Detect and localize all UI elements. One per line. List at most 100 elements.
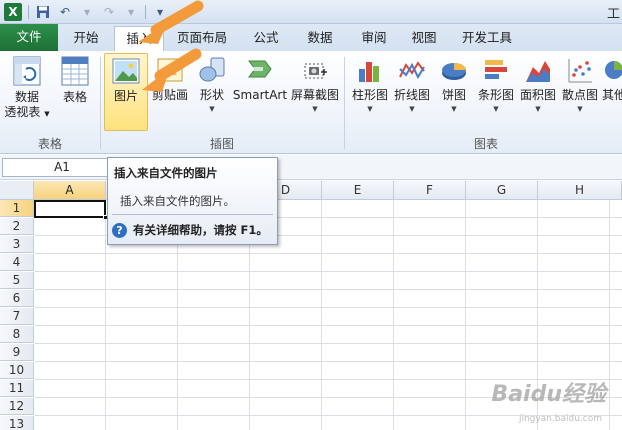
- tooltip-divider: [112, 214, 273, 215]
- ribbon-insert: 数据 透视表 ▼ 表格 表格 图片 剪贴画 形状 ▼ SmartArt 屏幕截图…: [0, 51, 622, 154]
- pie-chart-dropdown-icon: ▼: [451, 105, 457, 113]
- scatter-chart-button[interactable]: 散点图 ▼: [560, 55, 600, 113]
- bar-chart-label: 条形图: [477, 88, 514, 102]
- area-chart-button[interactable]: 面积图 ▼: [518, 55, 558, 113]
- tab-insert[interactable]: 插入: [114, 26, 164, 52]
- shapes-button[interactable]: 形状 ▼: [194, 55, 230, 113]
- smartart-button[interactable]: SmartArt: [232, 55, 288, 103]
- scatter-chart-label: 散点图: [561, 88, 598, 102]
- tab-page-layout[interactable]: 页面布局: [170, 26, 234, 51]
- column-chart-button[interactable]: 柱形图 ▼: [350, 55, 390, 113]
- column-header[interactable]: H: [538, 181, 622, 200]
- tab-developer[interactable]: 开发工具: [454, 26, 520, 51]
- clipart-label: 剪贴画: [151, 88, 188, 102]
- table-button[interactable]: 表格: [56, 55, 94, 105]
- clipart-button[interactable]: 剪贴画: [150, 55, 190, 103]
- pie-chart-icon: [442, 63, 466, 80]
- tooltip-body: 插入来自文件的图片。: [120, 194, 235, 208]
- qat-separator: [28, 5, 29, 19]
- quick-access-toolbar: X ↶ ▾ ↷ ▾ ▾: [4, 3, 168, 21]
- bar-chart-button[interactable]: 条形图 ▼: [476, 55, 516, 113]
- undo-dropdown-icon[interactable]: ▾: [79, 4, 95, 20]
- column-header[interactable]: G: [466, 181, 538, 200]
- tab-file[interactable]: 文件: [0, 24, 58, 51]
- customize-qat-icon[interactable]: ▾: [152, 4, 168, 20]
- column-header[interactable]: E: [322, 181, 394, 200]
- tab-view[interactable]: 视图: [402, 26, 446, 51]
- pivot-table-button[interactable]: 数据 透视表 ▼: [4, 55, 50, 122]
- pivot-table-label-2: 透视表: [4, 105, 41, 119]
- smartart-label: SmartArt: [232, 88, 288, 102]
- row-header[interactable]: 12: [0, 398, 34, 415]
- row-header[interactable]: 7: [0, 308, 34, 325]
- column-chart-dropdown-icon: ▼: [367, 105, 373, 113]
- row-header[interactable]: 1: [0, 200, 34, 217]
- tab-review[interactable]: 审阅: [352, 26, 396, 51]
- other-charts-button[interactable]: 其他: [602, 55, 622, 103]
- row-header[interactable]: 10: [0, 362, 34, 379]
- qat-separator: [145, 5, 146, 19]
- smartart-icon: [248, 60, 272, 78]
- bar-chart-icon: [485, 60, 507, 79]
- row-header[interactable]: 9: [0, 344, 34, 361]
- picture-tooltip: 插入来自文件的图片 插入来自文件的图片。 ? 有关详细帮助，请按 F1。: [107, 157, 278, 245]
- window-title: 工: [606, 7, 620, 22]
- grid-line: [34, 271, 622, 272]
- grid-line: [34, 307, 622, 308]
- shapes-icon: [199, 57, 225, 82]
- line-chart-dropdown-icon: ▼: [409, 105, 415, 113]
- grid-line: [34, 361, 622, 362]
- undo-icon[interactable]: ↶: [57, 4, 73, 20]
- clipart-icon: [157, 58, 183, 82]
- line-chart-button[interactable]: 折线图 ▼: [392, 55, 432, 113]
- excel-window: X ↶ ▾ ↷ ▾ ▾ 工 文件 开始 插入 页面布局 公式 数据 审阅 视图 …: [0, 0, 622, 430]
- tooltip-help-text: 有关详细帮助，请按 F1。: [133, 223, 268, 237]
- pivot-table-label-1: 数据: [14, 90, 39, 104]
- save-icon[interactable]: [35, 4, 51, 20]
- group-separator: [100, 57, 101, 149]
- column-chart-label: 柱形图: [351, 88, 388, 102]
- area-chart-dropdown-icon: ▼: [535, 105, 541, 113]
- formula-bar: A1: [0, 155, 622, 180]
- row-header[interactable]: 5: [0, 272, 34, 289]
- grid-line: [34, 343, 622, 344]
- row-header[interactable]: 2: [0, 218, 34, 235]
- watermark-url: jingyan.baidu.com: [518, 414, 602, 424]
- redo-icon[interactable]: ↷: [101, 4, 117, 20]
- tab-formulas[interactable]: 公式: [244, 26, 288, 51]
- screenshot-button[interactable]: 屏幕截图 ▼: [290, 55, 340, 113]
- shapes-label: 形状: [199, 88, 224, 102]
- row-header[interactable]: 3: [0, 236, 34, 253]
- watermark-logo: Baidu经验: [491, 382, 606, 407]
- select-all-corner[interactable]: [0, 181, 34, 200]
- active-cell[interactable]: [34, 200, 108, 220]
- row-header[interactable]: 6: [0, 290, 34, 307]
- row-header[interactable]: 8: [0, 326, 34, 343]
- screenshot-dropdown-icon: ▼: [312, 105, 318, 113]
- redo-dropdown-icon[interactable]: ▾: [123, 4, 139, 20]
- picture-label: 图片: [113, 89, 138, 103]
- screenshot-icon: [304, 63, 327, 79]
- name-box[interactable]: A1: [2, 158, 122, 177]
- row-header[interactable]: 13: [0, 416, 34, 430]
- tab-data[interactable]: 数据: [298, 26, 342, 51]
- pivot-table-icon: [13, 56, 41, 86]
- row-header[interactable]: 11: [0, 380, 34, 397]
- excel-logo-icon[interactable]: X: [4, 3, 22, 21]
- group-separator: [344, 57, 345, 149]
- column-chart-icon: [359, 62, 379, 82]
- other-charts-icon: [605, 61, 622, 79]
- row-header[interactable]: 4: [0, 254, 34, 271]
- bar-chart-dropdown-icon: ▼: [493, 105, 499, 113]
- tab-home[interactable]: 开始: [62, 26, 110, 51]
- column-header[interactable]: F: [394, 181, 466, 200]
- title-bar: X ↶ ▾ ↷ ▾ ▾ 工: [0, 0, 622, 24]
- group-label-charts: 图表: [473, 137, 498, 151]
- picture-icon: [112, 58, 140, 84]
- help-icon: ?: [112, 222, 127, 238]
- pie-chart-button[interactable]: 饼图 ▼: [436, 55, 472, 113]
- table-label: 表格: [62, 90, 87, 104]
- picture-button[interactable]: 图片: [104, 53, 148, 131]
- area-chart-label: 面积图: [519, 88, 556, 102]
- column-header[interactable]: A: [34, 181, 106, 200]
